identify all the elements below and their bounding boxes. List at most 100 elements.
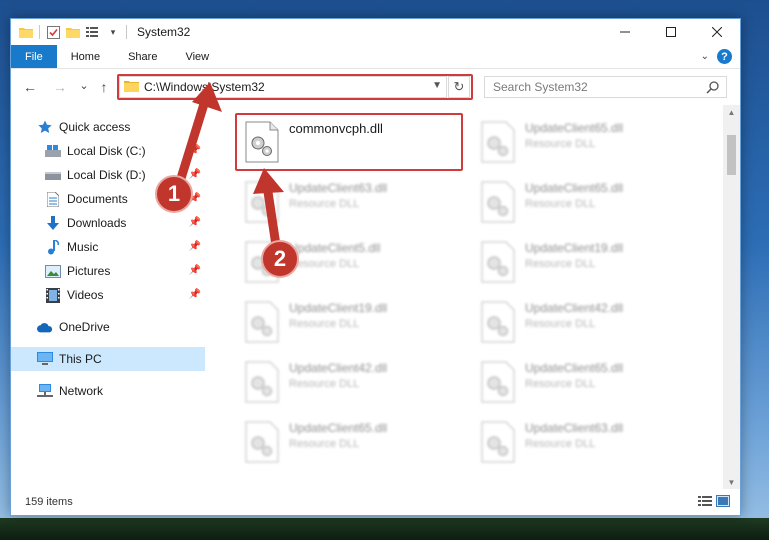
file-name: UpdateClient5.dll bbox=[289, 241, 381, 255]
explorer-window: ▾ System32 File Home Share View ⌄ ? ← → bbox=[10, 18, 741, 516]
list-item[interactable]: UpdateClient65.dll Resource DLL bbox=[235, 415, 463, 471]
pin-icon[interactable]: 📌 bbox=[189, 241, 201, 252]
window-title: System32 bbox=[137, 25, 191, 39]
pin-icon[interactable]: 📌 bbox=[189, 145, 201, 156]
file-name: UpdateClient65.dll bbox=[525, 181, 624, 195]
file-name: UpdateClient63.dll bbox=[525, 421, 624, 435]
list-item[interactable]: UpdateClient65.dll Resource DLL bbox=[471, 115, 699, 171]
dll-file-icon bbox=[245, 301, 279, 343]
dll-file-icon bbox=[245, 361, 279, 403]
toolbar-divider bbox=[126, 25, 127, 39]
videos-icon bbox=[45, 287, 61, 303]
desktop-wallpaper bbox=[0, 518, 769, 540]
list-item[interactable]: UpdateClient63.dll Resource DLL bbox=[471, 415, 699, 471]
navigation-pane: Quick access Local Disk (C:) 📌 Local Dis… bbox=[11, 105, 205, 489]
sidebar-item-label: Videos bbox=[67, 288, 104, 302]
list-item[interactable]: UpdateClient42.dll Resource DLL bbox=[471, 295, 699, 351]
vertical-scrollbar[interactable]: ▲ ▼ bbox=[723, 105, 740, 489]
minimize-button[interactable] bbox=[602, 19, 648, 45]
details-view-icon[interactable] bbox=[698, 495, 712, 510]
list-item[interactable]: UpdateClient65.dll Resource DLL bbox=[471, 175, 699, 231]
pin-icon[interactable]: 📌 bbox=[189, 169, 201, 180]
tab-share[interactable]: Share bbox=[114, 45, 171, 68]
forward-button[interactable]: → bbox=[49, 76, 71, 98]
up-button[interactable]: ↑ bbox=[93, 76, 115, 98]
tab-home[interactable]: Home bbox=[57, 45, 114, 68]
dll-file-icon bbox=[481, 421, 515, 463]
chevron-down-icon[interactable]: ▾ bbox=[106, 25, 120, 39]
title-bar: ▾ System32 bbox=[11, 19, 740, 45]
sidebar-item-label: Network bbox=[59, 384, 104, 398]
help-button[interactable]: ? bbox=[717, 49, 732, 64]
sidebar-item-local-disk-c[interactable]: Local Disk (C:) 📌 bbox=[11, 139, 205, 163]
sidebar-item-label: This PC bbox=[59, 352, 102, 366]
music-icon bbox=[45, 239, 61, 255]
scroll-thumb[interactable] bbox=[727, 135, 736, 175]
tab-view[interactable]: View bbox=[171, 45, 223, 68]
file-type: Resource DLL bbox=[525, 378, 596, 390]
file-type: Resource DLL bbox=[289, 198, 360, 210]
file-name: UpdateClient65.dll bbox=[525, 361, 624, 375]
folder-icon[interactable] bbox=[19, 25, 33, 39]
search-input[interactable]: Search System32 bbox=[484, 76, 727, 98]
sidebar-item-music[interactable]: Music 📌 bbox=[11, 235, 205, 259]
recent-locations-button[interactable]: ⌄ bbox=[73, 74, 95, 96]
pin-icon[interactable]: 📌 bbox=[189, 289, 201, 300]
list-item[interactable]: UpdateClient65.dll Resource DLL bbox=[471, 355, 699, 411]
file-type: Resource DLL bbox=[289, 378, 360, 390]
list-item[interactable]: UpdateClient63.dll Resource DLL bbox=[235, 175, 463, 231]
pin-icon[interactable]: 📌 bbox=[189, 217, 201, 228]
pin-icon[interactable]: 📌 bbox=[189, 265, 201, 276]
sidebar-item-downloads[interactable]: Downloads 📌 bbox=[11, 211, 205, 235]
expand-ribbon-icon[interactable]: ⌄ bbox=[701, 51, 709, 62]
network-icon bbox=[37, 383, 53, 399]
pictures-icon bbox=[45, 263, 61, 279]
dll-file-icon bbox=[481, 181, 515, 223]
list-item[interactable]: UpdateClient19.dll Resource DLL bbox=[471, 235, 699, 291]
sidebar-item-this-pc[interactable]: This PC bbox=[11, 347, 205, 371]
sidebar-item-label: Pictures bbox=[67, 264, 111, 278]
file-name: UpdateClient19.dll bbox=[289, 301, 388, 315]
customize-toolbar-icon[interactable] bbox=[86, 25, 100, 39]
toolbar-divider bbox=[39, 25, 40, 39]
item-count: 159 items bbox=[25, 496, 73, 508]
file-highlight-box bbox=[235, 113, 463, 171]
scroll-up-icon[interactable]: ▲ bbox=[723, 105, 740, 119]
sidebar-item-label: Local Disk (D:) bbox=[67, 168, 146, 182]
sidebar-item-onedrive[interactable]: OneDrive bbox=[11, 315, 205, 339]
sidebar-item-videos[interactable]: Videos 📌 bbox=[11, 283, 205, 307]
file-type: Resource DLL bbox=[289, 318, 360, 330]
view-toggle bbox=[698, 495, 730, 510]
list-item[interactable]: UpdateClient42.dll Resource DLL bbox=[235, 355, 463, 411]
file-name: UpdateClient65.dll bbox=[525, 121, 624, 135]
file-name: UpdateClient42.dll bbox=[289, 361, 388, 375]
tab-file[interactable]: File bbox=[11, 45, 57, 68]
file-type: Resource DLL bbox=[525, 258, 596, 270]
search-icon[interactable] bbox=[706, 80, 720, 97]
sidebar-item-quick-access[interactable]: Quick access bbox=[11, 115, 205, 139]
quick-access-toolbar: ▾ bbox=[11, 25, 127, 39]
file-name: UpdateClient63.dll bbox=[289, 181, 388, 195]
scroll-down-icon[interactable]: ▼ bbox=[723, 475, 740, 489]
file-name: UpdateClient42.dll bbox=[525, 301, 624, 315]
close-button[interactable] bbox=[694, 19, 740, 45]
documents-icon bbox=[45, 191, 61, 207]
back-button[interactable]: ← bbox=[19, 76, 41, 98]
dll-file-icon bbox=[481, 301, 515, 343]
properties-icon[interactable] bbox=[46, 25, 60, 39]
sidebar-item-pictures[interactable]: Pictures 📌 bbox=[11, 259, 205, 283]
file-list: commonvcph.dll UpdateClient65.dll Resourc… bbox=[205, 105, 740, 489]
dll-file-icon bbox=[245, 181, 279, 223]
list-item[interactable]: UpdateClient19.dll Resource DLL bbox=[235, 295, 463, 351]
tiles-view-icon[interactable] bbox=[716, 495, 730, 510]
sidebar-item-network[interactable]: Network bbox=[11, 379, 205, 403]
file-name: UpdateClient65.dll bbox=[289, 421, 388, 435]
maximize-button[interactable] bbox=[648, 19, 694, 45]
star-icon bbox=[37, 119, 53, 135]
new-folder-icon[interactable] bbox=[66, 25, 80, 39]
download-icon bbox=[45, 215, 61, 231]
cloud-icon bbox=[37, 319, 53, 335]
address-highlight-box bbox=[117, 74, 473, 100]
